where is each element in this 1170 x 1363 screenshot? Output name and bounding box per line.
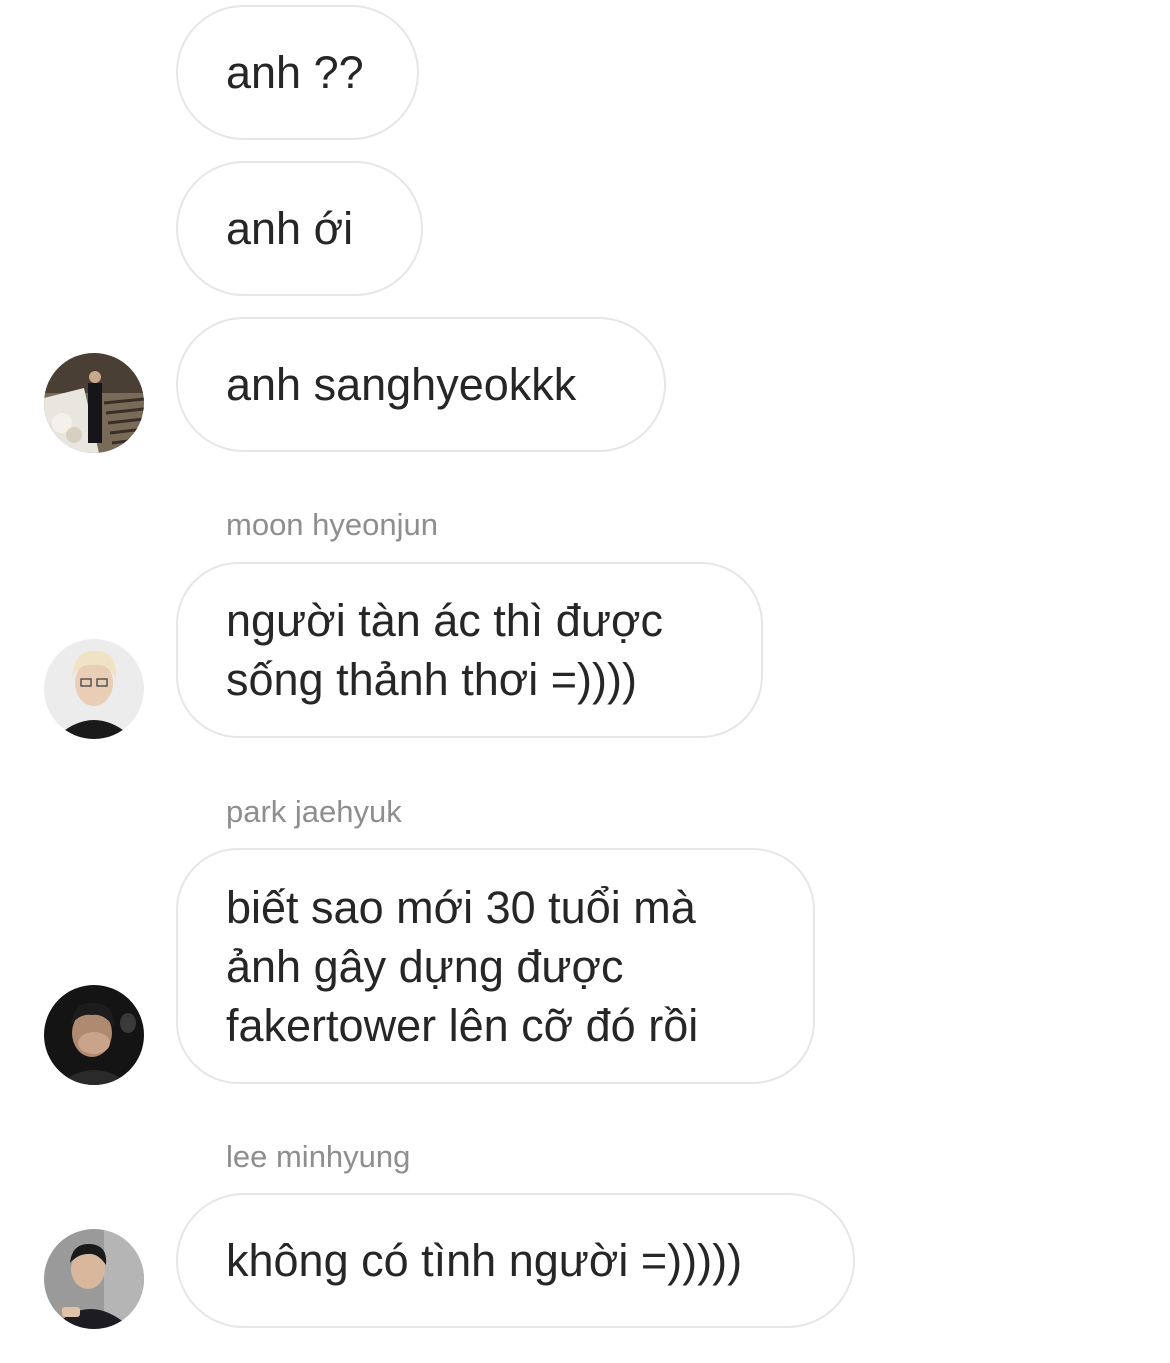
avatar[interactable] (44, 985, 144, 1085)
message-text: anh ?? (226, 47, 364, 98)
message-bubble[interactable]: anh sanghyeokkk (176, 317, 666, 452)
avatar[interactable] (44, 1229, 144, 1329)
message-bubble[interactable]: anh ?? (176, 5, 419, 140)
message-text: biết sao mới 30 tuổi mà ảnh gây dựng đượ… (226, 881, 699, 1051)
message-bubble[interactable]: biết sao mới 30 tuổi mà ảnh gây dựng đượ… (176, 848, 815, 1084)
message-bubble[interactable]: anh ới (176, 161, 423, 296)
sender-name: park jaehyuk (226, 794, 402, 829)
sender-name: moon hyeonjun (226, 507, 438, 542)
avatar[interactable] (44, 639, 144, 739)
sender-name: lee minhyung (226, 1139, 411, 1174)
avatar-photo-blond-icon (44, 639, 144, 739)
avatar-photo-stairs-icon (44, 353, 144, 453)
message-text: người tàn ác thì được sống thảnh thơi =)… (226, 595, 663, 705)
avatar[interactable] (44, 353, 144, 453)
message-text: anh ới (226, 203, 354, 254)
message-bubble[interactable]: người tàn ác thì được sống thảnh thơi =)… (176, 562, 763, 738)
avatar-photo-dark-icon (44, 985, 144, 1085)
avatar-photo-suit-icon (44, 1229, 144, 1329)
message-bubble[interactable]: không có tình người =))))) (176, 1193, 855, 1328)
message-text: anh sanghyeokkk (226, 359, 577, 410)
message-text: không có tình người =))))) (226, 1235, 743, 1286)
